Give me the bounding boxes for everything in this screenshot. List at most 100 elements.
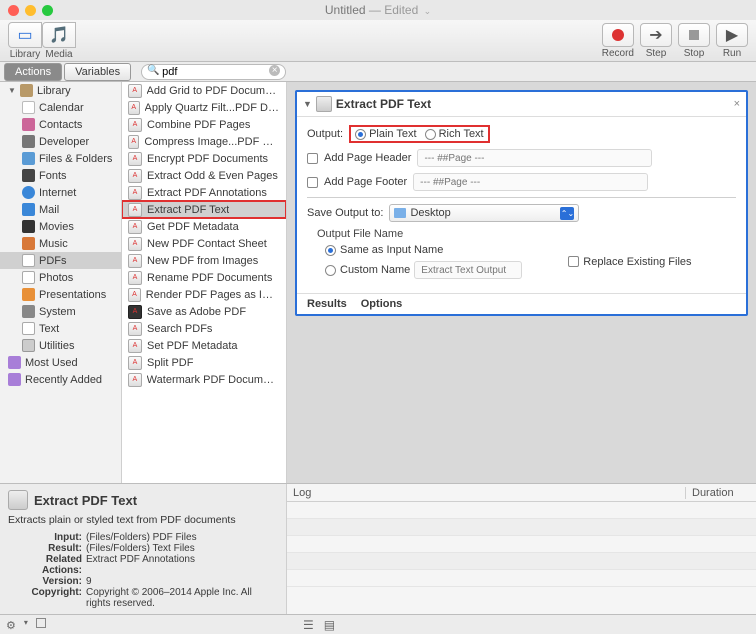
library-item[interactable]: Mail: [0, 201, 121, 218]
action-item-label: Rename PDF Documents: [147, 272, 272, 284]
action-item[interactable]: ANew PDF Contact Sheet: [122, 235, 286, 252]
tab-variables[interactable]: Variables: [64, 63, 131, 81]
pdf-action-icon: A: [128, 237, 142, 251]
workflow-header[interactable]: ▼ Extract PDF Text ×: [297, 92, 746, 117]
action-item[interactable]: AExtract Odd & Even Pages: [122, 167, 286, 184]
library-button[interactable]: ▭: [8, 22, 42, 48]
library-item[interactable]: Presentations: [0, 286, 121, 303]
results-button[interactable]: Results: [307, 298, 347, 310]
log-column-header[interactable]: Log: [287, 487, 686, 499]
replace-files-checkbox[interactable]: [568, 256, 579, 267]
action-item[interactable]: ACombine PDF Pages: [122, 116, 286, 133]
view-list-button[interactable]: ☰: [303, 618, 314, 632]
record-label: Record: [602, 48, 634, 59]
action-item[interactable]: AAdd Grid to PDF Documents: [122, 82, 286, 99]
media-button[interactable]: 🎵: [42, 22, 76, 48]
pdf-action-icon: [316, 96, 332, 112]
minimize-window-button[interactable]: [25, 5, 36, 16]
library-item[interactable]: Movies: [0, 218, 121, 235]
workflow-canvas[interactable]: ▼ Extract PDF Text × Output: Plain Text: [287, 82, 756, 483]
library-item[interactable]: Contacts: [0, 116, 121, 133]
custom-name-input[interactable]: [414, 261, 522, 279]
clear-search-button[interactable]: ×: [269, 65, 280, 76]
add-page-header-label: Add Page Header: [324, 152, 411, 164]
page-footer-input[interactable]: [413, 173, 648, 191]
library-item[interactable]: Developer: [0, 133, 121, 150]
remove-action-button[interactable]: ×: [734, 98, 740, 110]
rich-text-radio[interactable]: [425, 129, 436, 140]
document-title[interactable]: Untitled — Edited ⌄: [325, 3, 431, 17]
action-item-label: Split PDF: [147, 357, 193, 369]
action-item[interactable]: ASet PDF Metadata: [122, 337, 286, 354]
pdf-action-icon: A: [128, 169, 142, 183]
pdf-action-icon: A: [128, 271, 142, 285]
search-icon: 🔍: [147, 65, 159, 76]
step-button[interactable]: [640, 23, 672, 47]
library-item[interactable]: ▼Library: [0, 82, 121, 99]
view-grid-button[interactable]: ▤: [324, 618, 335, 632]
library-item[interactable]: Recently Added: [0, 371, 121, 388]
search-input[interactable]: [141, 64, 286, 80]
close-window-button[interactable]: [8, 5, 19, 16]
popup-arrow-icon: ⌃⌄: [560, 207, 574, 220]
library-item[interactable]: Music: [0, 235, 121, 252]
category-icon: [22, 288, 35, 301]
duration-column-header[interactable]: Duration: [686, 487, 756, 499]
gear-menu-button[interactable]: [6, 618, 16, 632]
action-item[interactable]: ASearch PDFs: [122, 320, 286, 337]
page-header-input[interactable]: [417, 149, 652, 167]
options-button[interactable]: Options: [361, 298, 403, 310]
disclosure-icon[interactable]: ▼: [303, 99, 312, 109]
library-item[interactable]: Internet: [0, 184, 121, 201]
run-button[interactable]: [716, 23, 748, 47]
action-item[interactable]: ARender PDF Pages as Images: [122, 286, 286, 303]
description-key: Version:: [8, 576, 86, 587]
library-item[interactable]: Calendar: [0, 99, 121, 116]
add-page-header-checkbox[interactable]: [307, 153, 318, 164]
action-item[interactable]: AApply Quartz Filt...PDF Documents: [122, 99, 286, 116]
library-item-label: Fonts: [39, 170, 67, 182]
action-item[interactable]: ANew PDF from Images: [122, 252, 286, 269]
zoom-window-button[interactable]: [42, 5, 53, 16]
stop-button[interactable]: [678, 23, 710, 47]
save-location-popup[interactable]: Desktop ⌃⌄: [389, 204, 579, 222]
action-item[interactable]: ASave as Adobe PDF: [122, 303, 286, 320]
description-value: (Files/Folders) PDF Files: [86, 532, 278, 543]
action-item[interactable]: AEncrypt PDF Documents: [122, 150, 286, 167]
action-item[interactable]: AExtract PDF Annotations: [122, 184, 286, 201]
pdf-action-icon: A: [128, 203, 142, 217]
library-item[interactable]: Photos: [0, 269, 121, 286]
library-item[interactable]: PDFs: [0, 252, 121, 269]
library-item[interactable]: Most Used: [0, 354, 121, 371]
library-item[interactable]: System: [0, 303, 121, 320]
library-item-label: Presentations: [39, 289, 106, 301]
folder-icon: [394, 208, 406, 218]
tab-actions[interactable]: Actions: [4, 63, 62, 81]
disclosure-icon[interactable]: ▼: [8, 86, 16, 95]
action-item[interactable]: AWatermark PDF Documents: [122, 371, 286, 388]
status-box-button[interactable]: [36, 618, 46, 628]
library-item[interactable]: Fonts: [0, 167, 121, 184]
library-item-label: Utilities: [39, 340, 74, 352]
description-key: Input:: [8, 532, 86, 543]
library-item-label: Mail: [39, 204, 59, 216]
library-item-label: Calendar: [39, 102, 84, 114]
action-item[interactable]: AGet PDF Metadata: [122, 218, 286, 235]
category-icon: [22, 322, 35, 335]
custom-name-radio[interactable]: [325, 265, 336, 276]
add-page-footer-checkbox[interactable]: [307, 177, 318, 188]
description-key: Related Actions:: [8, 554, 86, 576]
plain-text-radio[interactable]: [355, 129, 366, 140]
action-item[interactable]: ASplit PDF: [122, 354, 286, 371]
same-name-radio[interactable]: [325, 245, 336, 256]
category-icon: [22, 254, 35, 267]
library-item[interactable]: Text: [0, 320, 121, 337]
library-item[interactable]: Utilities: [0, 337, 121, 354]
gear-arrow-icon: ▾: [24, 618, 28, 632]
record-button[interactable]: [602, 23, 634, 47]
description-row: Input:(Files/Folders) PDF Files: [8, 532, 278, 543]
library-item[interactable]: Files & Folders: [0, 150, 121, 167]
action-item[interactable]: AExtract PDF Text: [122, 201, 286, 218]
action-item[interactable]: A Rename PDF Documents: [122, 269, 286, 286]
action-item[interactable]: ACompress Image...PDF Documents: [122, 133, 286, 150]
